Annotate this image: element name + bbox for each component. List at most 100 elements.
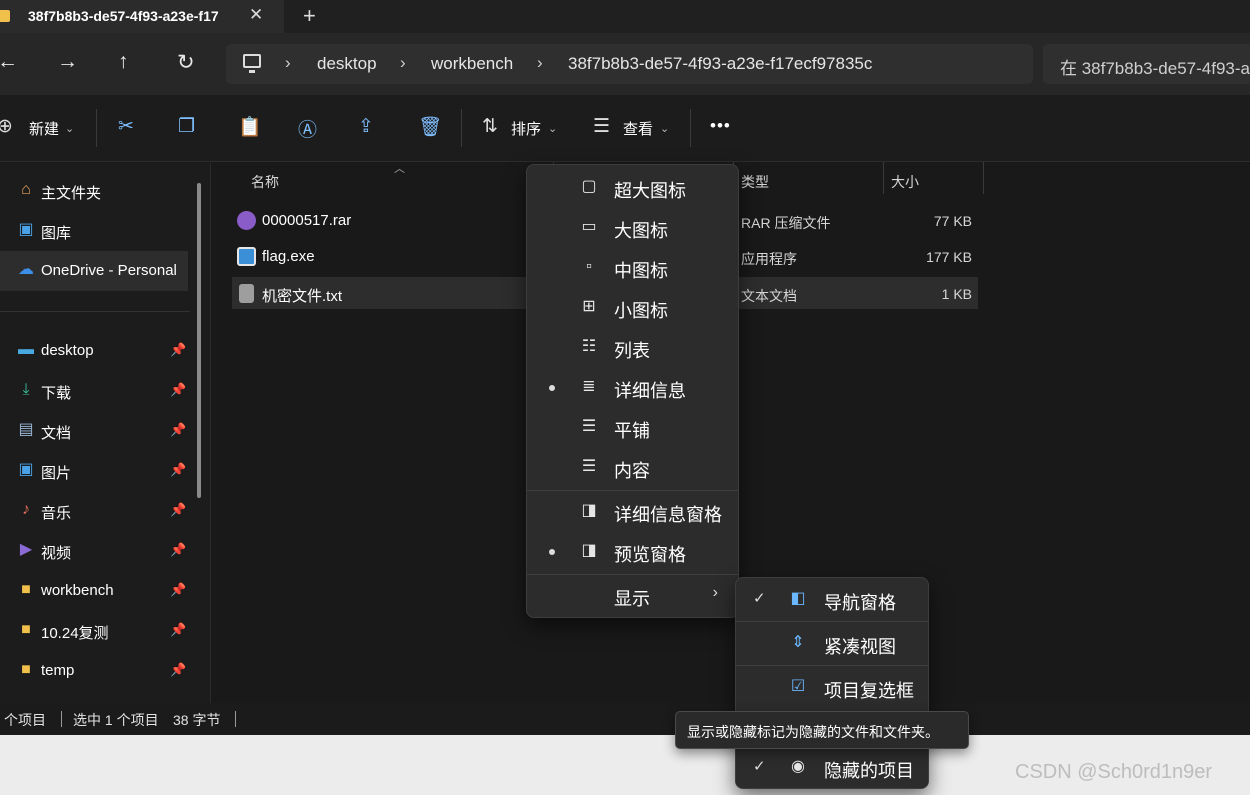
sidebar-scrollbar[interactable] (197, 183, 201, 498)
menu-item-details-pane[interactable]: ◨ 详细信息窗格 (527, 492, 738, 532)
menu-item-navigation-pane[interactable]: ✓ ◧ 导航窗格 (736, 580, 928, 620)
breadcrumb-current-folder[interactable]: 38f7b8b3-de57-4f93-a23e-f17ecf97835c (568, 54, 872, 74)
pin-icon[interactable]: 📌 (170, 542, 186, 558)
breadcrumb-workbench[interactable]: workbench (431, 54, 513, 74)
chevron-down-icon[interactable]: ⌄ (548, 122, 557, 135)
sidebar-item-documents[interactable]: ▤ 文档 📌 (0, 411, 188, 451)
share-icon[interactable]: ⇪ (358, 115, 374, 138)
window-tab[interactable]: 38f7b8b3-de57-4f93-a23e-f17 ✕ (0, 0, 284, 33)
pin-icon[interactable]: 📌 (170, 342, 186, 358)
chevron-right-icon: › (712, 584, 718, 601)
document-icon: ▤ (18, 421, 34, 438)
menu-item-label: 平铺 (614, 421, 650, 441)
menu-item-tiles[interactable]: ☰ 平铺 (527, 408, 738, 448)
chevron-down-icon[interactable]: ⌄ (660, 122, 669, 135)
folder-icon: ■ (21, 661, 31, 678)
divider (235, 711, 236, 727)
delete-icon[interactable]: 🗑 (418, 115, 442, 139)
column-header-type[interactable]: 类型 (741, 172, 769, 192)
menu-item-medium-icons[interactable]: ▫ 中图标 (527, 248, 738, 288)
back-button[interactable]: ← (0, 50, 18, 74)
file-type: 应用程序 (741, 251, 797, 267)
sidebar-item-label: 下载 (41, 385, 72, 402)
selected-bullet-icon (549, 385, 555, 391)
divider (690, 109, 691, 147)
file-name: 00000517.rar (262, 212, 352, 229)
sort-button[interactable]: 排序 (511, 118, 541, 139)
forward-button[interactable]: → (57, 50, 78, 74)
navigation-pane-icon: ◧ (790, 590, 806, 607)
watermark: CSDN @Sch0rd1n9er (1015, 761, 1213, 783)
sidebar-item-music[interactable]: ♪ 音乐 📌 (0, 491, 188, 531)
menu-separator (527, 490, 738, 491)
breadcrumb-desktop[interactable]: desktop (317, 54, 377, 74)
pin-icon[interactable]: 📌 (170, 662, 186, 678)
show-submenu: ✓ ◧ 导航窗格 ⇕ 紧凑视图 ☑ 项目复选框 ✓ ◉ 隐藏的项目 (735, 577, 929, 789)
sidebar-item-retest[interactable]: ■ 10.24复测 📌 (0, 611, 188, 651)
sidebar-item-pictures[interactable]: ▣ 图片 📌 (0, 451, 188, 491)
menu-item-list[interactable]: ☷ 列表 (527, 328, 738, 368)
this-pc-icon[interactable] (243, 54, 261, 73)
copy-icon[interactable]: ❐ (178, 115, 195, 138)
menu-item-label: 超大图标 (614, 181, 686, 201)
video-icon: ▶ (19, 541, 33, 558)
pin-icon[interactable]: 📌 (170, 582, 186, 598)
pin-icon[interactable]: 📌 (170, 462, 186, 478)
column-divider[interactable] (883, 162, 884, 194)
sidebar-item-downloads[interactable]: ⤓ 下载 📌 (0, 371, 188, 411)
menu-item-label: 隐藏的项目 (824, 761, 914, 781)
menu-item-small-icons[interactable]: ⊞ 小图标 (527, 288, 738, 328)
rename-icon[interactable]: Ⓐ (298, 115, 317, 142)
menu-item-compact-view[interactable]: ⇕ 紧凑视图 (736, 624, 928, 664)
sidebar-item-label: 图片 (41, 465, 72, 482)
sidebar-item-temp[interactable]: ■ temp 📌 (0, 651, 188, 691)
menu-item-extra-large-icons[interactable]: ▢ 超大图标 (527, 168, 738, 208)
chevron-down-icon[interactable]: ⌄ (65, 122, 74, 135)
menu-item-label: 详细信息 (614, 381, 686, 401)
new-tab-button[interactable]: + (303, 3, 316, 29)
file-name: flag.exe (262, 248, 315, 265)
sidebar-item-label: workbench (41, 582, 114, 599)
column-header-name[interactable]: 名称 (251, 172, 279, 192)
sidebar-item-label: OneDrive - Personal (41, 262, 177, 279)
pin-icon[interactable]: 📌 (170, 502, 186, 518)
menu-item-details[interactable]: ≣ 详细信息 (527, 368, 738, 408)
column-header-size[interactable]: 大小 (891, 172, 919, 192)
breadcrumb-separator[interactable]: › (285, 53, 291, 73)
tiles-icon: ☰ (581, 418, 597, 435)
more-options-button[interactable]: ••• (710, 116, 731, 136)
breadcrumb-separator[interactable]: › (537, 53, 543, 73)
pin-icon[interactable]: 📌 (170, 382, 186, 398)
menu-item-content[interactable]: ☰ 内容 (527, 448, 738, 488)
menu-item-item-checkboxes[interactable]: ☑ 项目复选框 (736, 668, 928, 708)
sidebar-item-workbench[interactable]: ■ workbench 📌 (0, 571, 188, 611)
cut-icon[interactable]: ✂ (118, 115, 134, 138)
navigation-pane: ⌂ 主文件夹 ▣ 图库 ☁ OneDrive - Personal ▬ desk… (0, 163, 211, 703)
check-icon: ✓ (753, 758, 766, 775)
menu-item-large-icons[interactable]: ▭ 大图标 (527, 208, 738, 248)
sidebar-item-videos[interactable]: ▶ 视频 📌 (0, 531, 188, 571)
view-button[interactable]: 查看 (623, 118, 653, 139)
up-button[interactable]: ↑ (118, 50, 129, 74)
refresh-button[interactable]: ↻ (177, 50, 195, 75)
details-icon: ≣ (582, 378, 596, 395)
search-box[interactable]: 在 38f7b8b3-de57-4f93-a23e-f17ecf97835c (1043, 44, 1250, 84)
sidebar-item-home[interactable]: ⌂ 主文件夹 (0, 171, 188, 211)
menu-item-preview-pane[interactable]: ◨ 预览窗格 (527, 532, 738, 572)
close-tab-icon[interactable]: ✕ (249, 5, 263, 25)
pin-icon[interactable]: 📌 (170, 622, 186, 638)
sidebar-item-desktop[interactable]: ▬ desktop 📌 (0, 331, 188, 371)
tooltip: 显示或隐藏标记为隐藏的文件和文件夹。 (675, 711, 969, 749)
new-button[interactable]: 新建 (29, 118, 59, 139)
item-checkbox-icon: ☑ (790, 678, 806, 695)
menu-item-hidden-items[interactable]: ✓ ◉ 隐藏的项目 (736, 748, 928, 788)
menu-item-show[interactable]: 显示 › (527, 576, 738, 616)
pin-icon[interactable]: 📌 (170, 422, 186, 438)
menu-item-label: 列表 (614, 341, 650, 361)
file-type: RAR 压缩文件 (741, 215, 831, 231)
breadcrumb-separator[interactable]: › (400, 53, 406, 73)
sidebar-item-gallery[interactable]: ▣ 图库 (0, 211, 188, 251)
column-divider[interactable] (983, 162, 984, 194)
sidebar-item-onedrive[interactable]: ☁ OneDrive - Personal (0, 251, 188, 291)
paste-icon[interactable]: 📋 (238, 115, 262, 139)
